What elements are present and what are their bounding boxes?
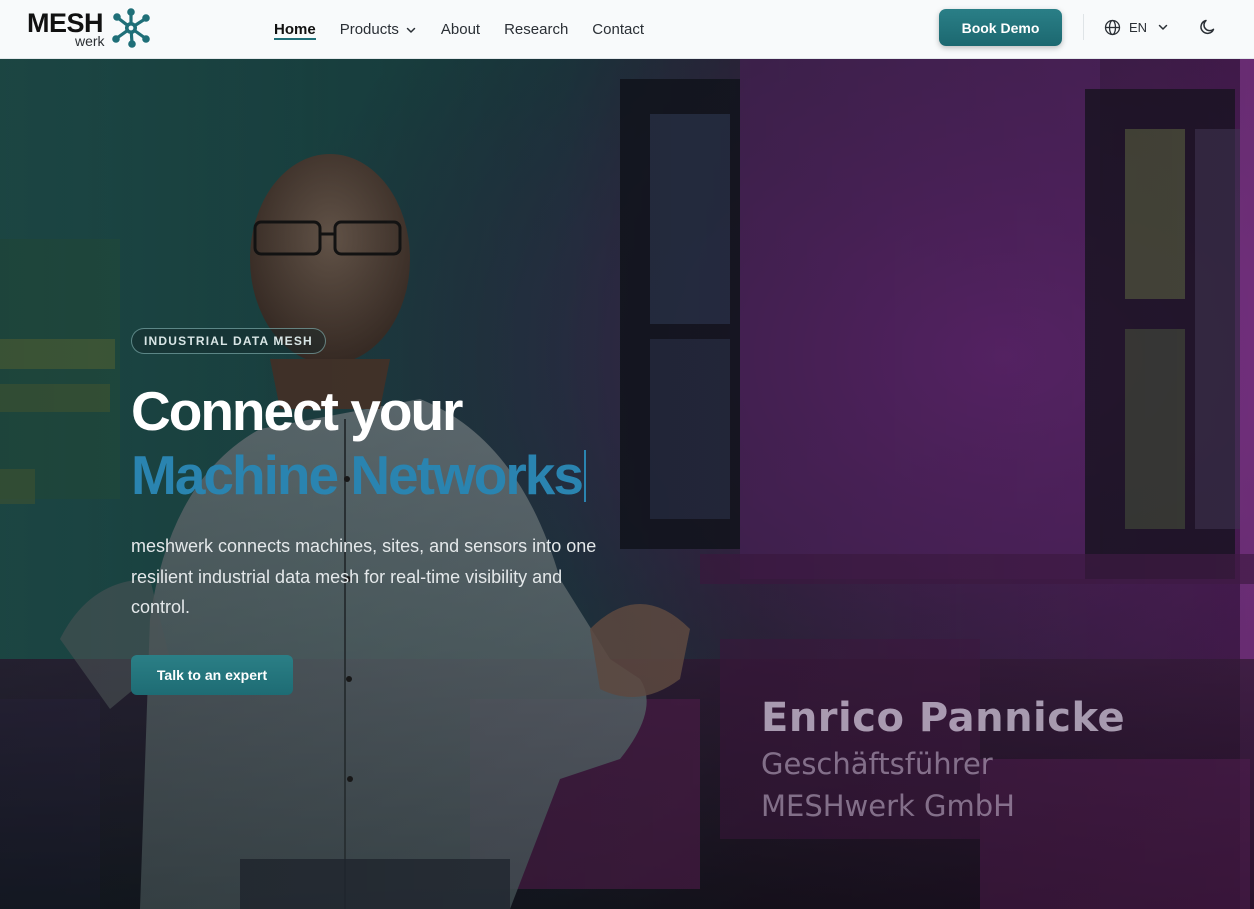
- headline-line-1: Connect your: [131, 380, 463, 442]
- moon-icon[interactable]: [1198, 17, 1218, 37]
- language-selector[interactable]: EN: [1104, 17, 1169, 37]
- site-header: MESH werk Home Products About Research C…: [0, 0, 1254, 59]
- hero-headline: Connect your Machine Networks: [131, 379, 831, 507]
- header-divider: [1083, 14, 1084, 40]
- main-nav: Home Products About Research Contact: [274, 0, 668, 59]
- logo[interactable]: MESH werk: [27, 7, 157, 51]
- nav-home[interactable]: Home: [274, 0, 316, 59]
- caption-role: Geschäftsführer: [761, 747, 993, 781]
- globe-icon: [1104, 19, 1121, 35]
- hero-description: meshwerk connects machines, sites, and s…: [131, 536, 597, 617]
- language-label: EN: [1129, 19, 1148, 35]
- caption-company: MESHwerk GmbH: [761, 789, 1015, 823]
- nav-about-label: About: [440, 21, 481, 38]
- hero-badge: INDUSTRIAL DATA MESH: [131, 328, 326, 354]
- network-logo-icon: [112, 8, 150, 48]
- nav-products-label: Products: [339, 21, 399, 38]
- headline-line-2: Machine Networks: [131, 443, 831, 507]
- logo-werk-text: werk: [75, 33, 105, 49]
- video-caption: Enrico Pannicke Geschäftsführer MESHwerk…: [761, 693, 1125, 827]
- hero-section: INDUSTRIAL DATA MESH Connect your Machin…: [0, 59, 1254, 909]
- caption-name: Enrico Pannicke: [761, 695, 1126, 741]
- talk-to-expert-button[interactable]: Talk to an expert: [131, 655, 293, 695]
- chevron-down-icon: [1158, 24, 1168, 30]
- nav-home-label: Home: [274, 21, 316, 38]
- nav-products[interactable]: Products: [340, 0, 417, 59]
- nav-contact[interactable]: Contact: [592, 0, 644, 59]
- nav-research-label: Research: [504, 21, 569, 38]
- typing-cursor: [583, 450, 586, 502]
- nav-about[interactable]: About: [441, 0, 480, 59]
- chevron-down-icon: [406, 27, 416, 33]
- headline-highlight-text: Machine Networks: [131, 444, 584, 506]
- book-demo-button[interactable]: Book Demo: [939, 9, 1062, 46]
- nav-contact-label: Contact: [592, 21, 644, 38]
- nav-research[interactable]: Research: [504, 0, 568, 59]
